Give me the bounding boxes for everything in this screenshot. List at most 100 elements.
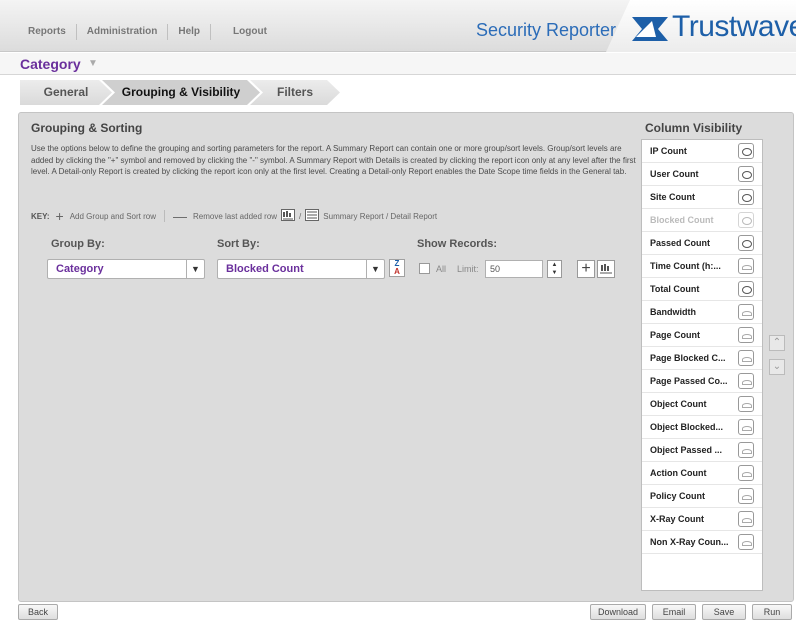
eye-open-icon[interactable] [738, 235, 754, 251]
column-name: User Count [650, 169, 699, 179]
column-visibility-item[interactable]: Object Blocked... [642, 416, 762, 439]
eye-closed-icon[interactable] [738, 419, 754, 435]
group-by-value: Category [56, 263, 104, 275]
eye-closed-icon[interactable] [738, 258, 754, 274]
nav-logout[interactable]: Logout [211, 24, 277, 40]
eye-closed-icon[interactable] [738, 350, 754, 366]
column-name: Total Count [650, 284, 700, 294]
column-visibility-item[interactable]: Blocked Count [642, 209, 762, 232]
all-label: All [436, 264, 447, 274]
nav-administration[interactable]: Administration [77, 24, 169, 40]
plus-icon: + [55, 208, 64, 224]
eye-open-icon[interactable] [738, 143, 754, 159]
column-name: Bandwidth [650, 307, 696, 317]
eye-open-icon[interactable] [738, 212, 754, 228]
column-visibility-item[interactable]: Page Count [642, 324, 762, 347]
section-description: Use the options below to define the grou… [31, 144, 636, 176]
sort-az-icon[interactable]: ZA [389, 259, 405, 277]
brand-name: Trustwave [672, 10, 796, 43]
save-button[interactable]: Save [702, 604, 746, 620]
column-visibility-item[interactable]: Passed Count [642, 232, 762, 255]
column-visibility-item[interactable]: X-Ray Count [642, 508, 762, 531]
nav-reports[interactable]: Reports [18, 24, 77, 40]
column-visibility-item[interactable]: Page Passed Co... [642, 370, 762, 393]
column-name: IP Count [650, 146, 687, 156]
column-visibility-item[interactable]: Policy Count [642, 485, 762, 508]
column-name: Blocked Count [650, 215, 714, 225]
key-remove-text: Remove last added row [193, 211, 278, 221]
tab-grouping-visibility[interactable]: Grouping & Visibility [102, 80, 260, 105]
key-legend: KEY: + Add Group and Sort row — Remove l… [31, 208, 437, 224]
category-bar: Category ▼ [0, 53, 796, 75]
nav-help[interactable]: Help [168, 24, 212, 40]
key-slash: / [299, 211, 302, 221]
footer-bar: Back Download Email Save Run [0, 604, 796, 620]
limit-label: Limit: [457, 264, 479, 274]
sort-by-value: Blocked Count [226, 263, 304, 275]
column-name: Page Count [650, 330, 701, 340]
column-name: Passed Count [650, 238, 711, 248]
column-name: Time Count (h:... [650, 261, 721, 271]
tab-general[interactable]: General [20, 80, 112, 105]
column-visibility-list: IP Count User Count Site Count Blocked Coun… [641, 139, 763, 591]
eye-closed-icon[interactable] [738, 534, 754, 550]
column-visibility-item[interactable]: Action Count [642, 462, 762, 485]
column-name: Page Passed Co... [650, 376, 728, 386]
column-name: Non X-Ray Coun... [650, 537, 729, 547]
chevron-down-icon[interactable]: ▼ [88, 58, 98, 69]
limit-stepper[interactable]: ▲ ▼ [547, 260, 562, 278]
category-title[interactable]: Category [20, 56, 81, 72]
all-records-checkbox[interactable] [419, 263, 430, 274]
scroll-down-icon[interactable]: ⌄ [769, 359, 785, 375]
eye-closed-icon[interactable] [738, 442, 754, 458]
report-type-button[interactable] [597, 260, 615, 278]
column-visibility-item[interactable]: Page Blocked C... [642, 347, 762, 370]
column-name: Page Blocked C... [650, 353, 726, 363]
detail-report-icon [305, 209, 320, 223]
eye-closed-icon[interactable] [738, 327, 754, 343]
column-visibility-title: Column Visibility [645, 121, 743, 135]
group-by-select[interactable]: Category ▼ [47, 259, 205, 279]
email-button[interactable]: Email [652, 604, 696, 620]
back-button[interactable]: Back [18, 604, 58, 620]
eye-closed-icon[interactable] [738, 488, 754, 504]
sort-by-label: Sort By: [217, 238, 260, 250]
column-visibility-item[interactable]: Non X-Ray Coun... [642, 531, 762, 554]
column-visibility-item[interactable]: Total Count [642, 278, 762, 301]
column-visibility-item[interactable]: IP Count [642, 140, 762, 163]
add-row-button[interactable]: + [577, 260, 595, 278]
run-button[interactable]: Run [752, 604, 792, 620]
sort-by-select[interactable]: Blocked Count ▼ [217, 259, 385, 279]
chevron-down-icon[interactable]: ▼ [366, 260, 384, 278]
column-visibility-item[interactable]: Time Count (h:... [642, 255, 762, 278]
column-name: Object Count [650, 399, 707, 409]
key-add-text: Add Group and Sort row [69, 211, 156, 221]
column-name: Object Blocked... [650, 422, 724, 432]
column-visibility-item[interactable]: Bandwidth [642, 301, 762, 324]
eye-open-icon[interactable] [738, 189, 754, 205]
tab-filters[interactable]: Filters [250, 80, 340, 105]
eye-closed-icon[interactable] [738, 396, 754, 412]
column-visibility-item[interactable]: User Count [642, 163, 762, 186]
summary-report-icon [281, 209, 296, 223]
scroll-up-icon[interactable]: ⌃ [769, 335, 785, 351]
grouping-panel: Grouping & Sorting Use the options below… [18, 112, 794, 602]
download-button[interactable]: Download [590, 604, 646, 620]
column-name: Action Count [650, 468, 707, 478]
chevron-down-icon[interactable]: ▼ [186, 260, 204, 278]
limit-input[interactable]: 50 [485, 260, 543, 278]
top-nav: Reports Administration Help Logout [18, 24, 277, 40]
show-records-label: Show Records: [417, 238, 498, 250]
column-name: Site Count [650, 192, 695, 202]
section-title: Grouping & Sorting [31, 121, 143, 135]
column-visibility-item[interactable]: Object Count [642, 393, 762, 416]
column-visibility-item[interactable]: Site Count [642, 186, 762, 209]
eye-open-icon[interactable] [738, 166, 754, 182]
column-visibility-item[interactable]: Object Passed ... [642, 439, 762, 462]
eye-closed-icon[interactable] [738, 465, 754, 481]
eye-open-icon[interactable] [738, 281, 754, 297]
eye-closed-icon[interactable] [738, 373, 754, 389]
column-name: Policy Count [650, 491, 706, 501]
eye-closed-icon[interactable] [738, 304, 754, 320]
eye-closed-icon[interactable] [738, 511, 754, 527]
